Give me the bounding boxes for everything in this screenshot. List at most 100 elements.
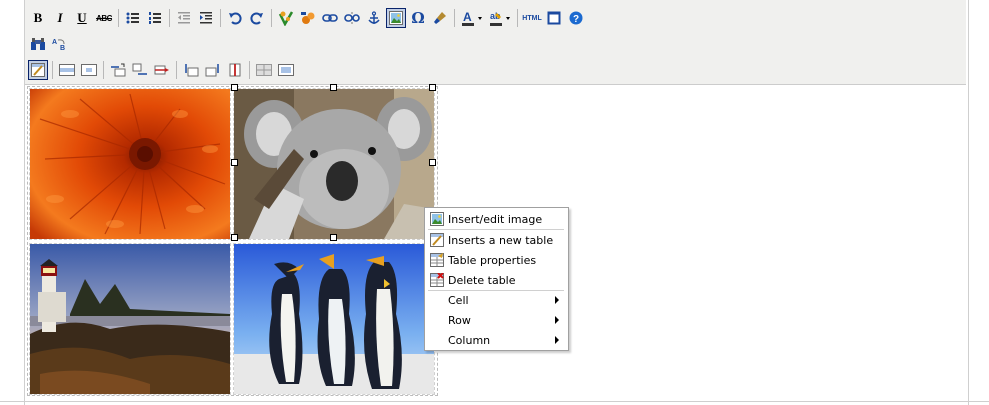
cleanup-button[interactable] <box>276 8 296 28</box>
insert-column-before-icon <box>185 64 199 77</box>
merge-cells-button[interactable] <box>276 60 296 80</box>
outdent-button[interactable] <box>174 8 194 28</box>
indent-button[interactable] <box>196 8 216 28</box>
fullscreen-icon <box>547 11 561 25</box>
delete-row-icon <box>154 65 169 75</box>
resize-handle[interactable] <box>330 234 337 241</box>
insert-column-after-button[interactable] <box>203 60 223 80</box>
insert-column-after-icon <box>205 64 219 77</box>
resize-handle[interactable] <box>231 84 238 91</box>
insert-row-after-icon <box>132 63 147 75</box>
table-edit-icon <box>31 63 45 77</box>
image-table[interactable] <box>27 84 438 396</box>
undo-icon <box>229 12 242 25</box>
undo-button[interactable] <box>225 8 245 28</box>
unlink-icon <box>344 12 360 24</box>
svg-text:?: ? <box>573 14 579 25</box>
resize-handle[interactable] <box>330 84 337 91</box>
replace-icon: AB <box>52 39 65 51</box>
anchor-button[interactable] <box>364 8 384 28</box>
text-color-button[interactable]: A <box>459 8 485 28</box>
redo-button[interactable] <box>247 8 267 28</box>
outdent-icon <box>178 12 190 24</box>
unlink-button[interactable] <box>342 8 362 28</box>
cleanup-code-button[interactable] <box>430 8 450 28</box>
insert-row-after-button[interactable] <box>130 60 150 80</box>
insert-link-button[interactable] <box>320 8 340 28</box>
numbered-list-button[interactable] <box>145 8 165 28</box>
fullscreen-button[interactable] <box>544 8 564 28</box>
merge-cells-icon <box>278 64 294 76</box>
background-color-button[interactable]: ab <box>487 8 513 28</box>
brush-icon <box>434 12 446 24</box>
resize-handle[interactable] <box>429 84 436 91</box>
toolbar-row-1: B I U ABC Ω A ab HTML ? <box>28 7 588 29</box>
svg-text:A: A <box>463 10 472 24</box>
toolbar-separator <box>517 9 518 27</box>
strikethrough-button[interactable]: ABC <box>94 8 114 28</box>
special-char-button[interactable]: Ω <box>408 8 428 28</box>
redo-icon <box>250 12 263 25</box>
svg-text:A: A <box>52 39 57 46</box>
toolbar-separator <box>103 61 104 79</box>
highlight-color-icon: ab <box>490 11 510 26</box>
resize-handle[interactable] <box>231 159 238 166</box>
resize-handle[interactable] <box>231 234 238 241</box>
table-cell[interactable] <box>233 243 435 395</box>
insert-image-button[interactable] <box>386 8 406 28</box>
menu-item-table-properties[interactable]: Table properties <box>426 250 567 270</box>
delete-row-button[interactable] <box>152 60 172 80</box>
split-cells-button[interactable] <box>254 60 274 80</box>
cell-properties-button[interactable] <box>79 60 99 80</box>
menu-item-insert-table[interactable]: Inserts a new table <box>426 230 567 250</box>
toolbar-separator <box>249 61 250 79</box>
text-color-icon: A <box>462 10 482 26</box>
toolbar-row-2: AB <box>28 33 72 55</box>
bold-button[interactable]: B <box>28 8 48 28</box>
right-frame <box>968 0 989 405</box>
insert-row-before-icon <box>111 63 126 77</box>
svg-text:B: B <box>60 45 65 51</box>
table-cell[interactable] <box>233 88 435 240</box>
resize-handle[interactable] <box>429 159 436 166</box>
toolbar-separator <box>176 61 177 79</box>
bottom-border <box>0 401 989 402</box>
toolbar-row-3 <box>28 59 298 81</box>
italic-button[interactable]: I <box>50 8 70 28</box>
penguins-image[interactable] <box>234 244 434 394</box>
table-cell[interactable] <box>29 243 231 395</box>
help-button[interactable]: ? <box>566 8 586 28</box>
cleanup-icon <box>278 11 294 26</box>
insert-table-button[interactable] <box>28 60 48 80</box>
delete-column-button[interactable] <box>225 60 245 80</box>
bullet-list-icon <box>126 12 139 24</box>
koala-image[interactable] <box>234 89 434 239</box>
underline-button[interactable]: U <box>72 8 92 28</box>
table-insert-icon <box>430 233 444 247</box>
menu-item-column[interactable]: Column <box>426 330 567 350</box>
context-menu: Insert/edit image Inserts a new table Ta… <box>424 207 569 351</box>
bullet-list-button[interactable] <box>123 8 143 28</box>
lighthouse-image[interactable] <box>30 244 230 394</box>
table-cell[interactable] <box>29 88 231 240</box>
menu-item-insert-edit-image[interactable]: Insert/edit image <box>426 209 567 229</box>
insert-column-before-button[interactable] <box>181 60 201 80</box>
spellcheck-button[interactable] <box>298 8 318 28</box>
submenu-arrow-icon <box>555 316 559 324</box>
insert-row-before-button[interactable] <box>108 60 128 80</box>
link-icon <box>322 14 338 22</box>
table-properties-icon <box>430 253 444 267</box>
split-cells-icon <box>256 64 272 76</box>
anchor-icon <box>368 11 380 24</box>
replace-button[interactable]: AB <box>50 34 70 54</box>
menu-item-delete-table[interactable]: Delete table <box>426 270 567 290</box>
editor-toolbar: B I U ABC Ω A ab HTML ? A B <box>25 0 966 85</box>
menu-item-cell[interactable]: Cell <box>426 290 567 310</box>
cell-properties-icon <box>81 64 97 76</box>
menu-item-row[interactable]: Row <box>426 310 567 330</box>
find-button[interactable] <box>28 34 48 54</box>
submenu-arrow-icon <box>555 336 559 344</box>
row-properties-button[interactable] <box>57 60 77 80</box>
chrysanthemum-image[interactable] <box>30 89 230 239</box>
html-source-button[interactable]: HTML <box>522 8 542 28</box>
